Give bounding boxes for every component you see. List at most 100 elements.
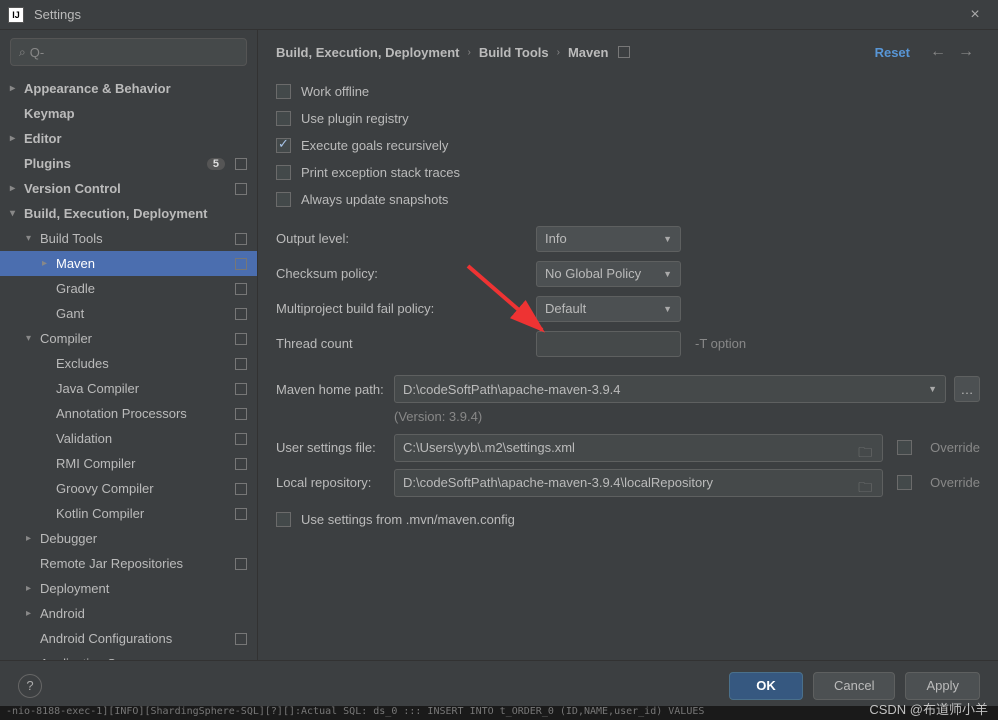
scope-icon (235, 308, 247, 320)
user-settings-label: User settings file: (276, 440, 394, 455)
scope-icon (235, 233, 247, 245)
local-repo-override-label: Override (930, 475, 980, 490)
output-level-combo[interactable]: Info▼ (536, 226, 681, 252)
tree-item-gant[interactable]: Gant (0, 301, 257, 326)
scope-icon (235, 558, 247, 570)
tree-item-maven[interactable]: Maven (0, 251, 257, 276)
forward-icon[interactable]: → (958, 43, 974, 61)
mvn-config-label: Use settings from .mvn/maven.config (301, 512, 515, 527)
scope-icon (235, 633, 247, 645)
settings-tree[interactable]: Appearance & BehaviorKeymapEditorPlugins… (0, 74, 257, 660)
expand-arrow-icon (26, 233, 40, 244)
fail-policy-combo[interactable]: Default▼ (536, 296, 681, 322)
chevron-right-icon: › (557, 47, 560, 58)
tree-item-deployment[interactable]: Deployment (0, 576, 257, 601)
always-update-checkbox[interactable] (276, 192, 291, 207)
crumb-0[interactable]: Build, Execution, Deployment (276, 45, 459, 60)
tree-item-plugins[interactable]: Plugins5 (0, 151, 257, 176)
apply-button[interactable]: Apply (905, 672, 980, 700)
thread-count-hint: -T option (695, 336, 746, 351)
tree-item-kotlin-compiler[interactable]: Kotlin Compiler (0, 501, 257, 526)
print-exception-label: Print exception stack traces (301, 165, 460, 180)
local-repo-label: Local repository: (276, 475, 394, 490)
scope-icon (235, 383, 247, 395)
tree-item-compiler[interactable]: Compiler (0, 326, 257, 351)
search-input[interactable]: ⌕ Q- (10, 38, 247, 66)
maven-home-combo[interactable]: D:\codeSoftPath\apache-maven-3.9.4▼ (394, 375, 946, 403)
exec-recursive-checkbox[interactable] (276, 138, 291, 153)
local-repo-override-checkbox[interactable] (897, 475, 912, 490)
tree-item-build-execution-deployment[interactable]: Build, Execution, Deployment (0, 201, 257, 226)
maven-home-label: Maven home path: (276, 382, 394, 397)
console-output: -nio-8188-exec-1][INFO][ShardingSphere-S… (0, 706, 998, 720)
mvn-config-checkbox[interactable] (276, 512, 291, 527)
close-icon[interactable]: × (960, 6, 990, 24)
user-settings-input[interactable]: C:\Users\yyb\.m2\settings.xml🗀 (394, 434, 883, 462)
tree-item-editor[interactable]: Editor (0, 126, 257, 151)
tree-item-remote-jar-repositories[interactable]: Remote Jar Repositories (0, 551, 257, 576)
scope-icon (235, 358, 247, 370)
thread-count-input[interactable] (536, 331, 681, 357)
tree-item-label: RMI Compiler (56, 456, 231, 471)
search-icon: ⌕ (19, 45, 26, 60)
back-icon[interactable]: ← (930, 43, 946, 61)
local-repo-input[interactable]: D:\codeSoftPath\apache-maven-3.9.4\local… (394, 469, 883, 497)
reset-link[interactable]: Reset (875, 45, 910, 60)
expand-arrow-icon (10, 183, 24, 194)
expand-arrow-icon (10, 208, 24, 219)
tree-item-keymap[interactable]: Keymap (0, 101, 257, 126)
tree-item-groovy-compiler[interactable]: Groovy Compiler (0, 476, 257, 501)
work-offline-checkbox[interactable] (276, 84, 291, 99)
expand-arrow-icon (42, 258, 56, 269)
cancel-button[interactable]: Cancel (813, 672, 895, 700)
search-placeholder: Q- (30, 45, 44, 60)
badge: 5 (207, 158, 225, 170)
tree-item-rmi-compiler[interactable]: RMI Compiler (0, 451, 257, 476)
tree-item-excludes[interactable]: Excludes (0, 351, 257, 376)
tree-item-gradle[interactable]: Gradle (0, 276, 257, 301)
checksum-combo[interactable]: No Global Policy▼ (536, 261, 681, 287)
plugin-registry-checkbox[interactable] (276, 111, 291, 126)
user-settings-override-label: Override (930, 440, 980, 455)
always-update-label: Always update snapshots (301, 192, 448, 207)
tree-item-label: Plugins (24, 156, 207, 171)
titlebar: IJ Settings × (0, 0, 998, 30)
scope-icon (235, 258, 247, 270)
tree-item-label: Build, Execution, Deployment (24, 206, 247, 221)
browse-button[interactable]: … (954, 376, 980, 402)
tree-item-build-tools[interactable]: Build Tools (0, 226, 257, 251)
tree-item-label: Build Tools (40, 231, 231, 246)
checksum-label: Checksum policy: (276, 266, 536, 281)
tree-item-android-configurations[interactable]: Android Configurations (0, 626, 257, 651)
expand-arrow-icon (26, 333, 40, 344)
tree-item-label: Java Compiler (56, 381, 231, 396)
work-offline-label: Work offline (301, 84, 369, 99)
ok-button[interactable]: OK (729, 672, 803, 700)
tree-item-application-servers[interactable]: Application Servers (0, 651, 257, 660)
tree-item-annotation-processors[interactable]: Annotation Processors (0, 401, 257, 426)
tree-item-debugger[interactable]: Debugger (0, 526, 257, 551)
help-button[interactable]: ? (18, 674, 42, 698)
scope-icon (235, 158, 247, 170)
folder-icon[interactable]: 🗀 (858, 442, 874, 454)
tree-item-version-control[interactable]: Version Control (0, 176, 257, 201)
dialog-footer: ? OK Cancel Apply (0, 660, 998, 710)
folder-icon[interactable]: 🗀 (858, 477, 874, 489)
tree-item-label: Android (40, 606, 247, 621)
tree-item-label: Gradle (56, 281, 231, 296)
thread-count-label: Thread count (276, 336, 536, 351)
tree-item-android[interactable]: Android (0, 601, 257, 626)
scope-icon (235, 408, 247, 420)
expand-arrow-icon (10, 83, 24, 94)
print-exception-checkbox[interactable] (276, 165, 291, 180)
tree-item-validation[interactable]: Validation (0, 426, 257, 451)
crumb-1[interactable]: Build Tools (479, 45, 549, 60)
user-settings-override-checkbox[interactable] (897, 440, 912, 455)
expand-arrow-icon (26, 533, 40, 544)
tree-item-java-compiler[interactable]: Java Compiler (0, 376, 257, 401)
exec-recursive-label: Execute goals recursively (301, 138, 448, 153)
tree-item-appearance-behavior[interactable]: Appearance & Behavior (0, 76, 257, 101)
scope-icon (235, 283, 247, 295)
breadcrumb: Build, Execution, Deployment › Build Too… (258, 30, 998, 74)
expand-arrow-icon (10, 133, 24, 144)
